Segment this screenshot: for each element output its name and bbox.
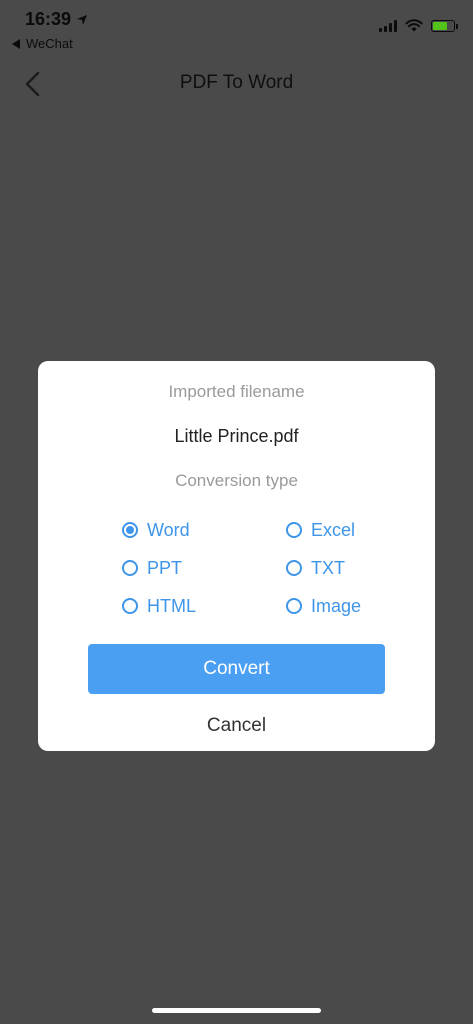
filename-label: Imported filename xyxy=(168,382,305,401)
back-to-app[interactable]: WeChat xyxy=(12,36,73,51)
page-title: PDF To Word xyxy=(179,72,294,93)
cancel-button-label: Cancel xyxy=(206,715,267,736)
radio-html[interactable] xyxy=(122,598,138,614)
location-arrow-icon xyxy=(77,14,88,25)
option-ppt[interactable]: PPT xyxy=(122,556,182,580)
conversion-dialog: Imported filename Little Prince.pdf Conv… xyxy=(38,361,435,751)
option-excel-label: Excel xyxy=(311,519,356,540)
radio-ppt[interactable] xyxy=(122,560,138,576)
home-indicator[interactable] xyxy=(152,1008,321,1013)
cancel-button[interactable]: Cancel xyxy=(38,715,435,737)
battery-charging-icon xyxy=(431,19,458,32)
option-word-label: Word xyxy=(147,519,190,540)
back-triangle-icon xyxy=(12,38,20,49)
option-image-label: Image xyxy=(311,595,362,616)
radio-image[interactable] xyxy=(286,598,302,614)
conversion-type-options: Word Excel PPT TXT HTML Image xyxy=(122,518,382,638)
filename-value: Little Prince.pdf xyxy=(174,426,299,446)
option-image[interactable]: Image xyxy=(286,594,361,618)
option-html[interactable]: HTML xyxy=(122,594,196,618)
option-ppt-label: PPT xyxy=(147,557,183,578)
radio-excel[interactable] xyxy=(286,522,302,538)
screen: 16:39 WeChat PDF To Word Imported filena… xyxy=(0,0,473,1024)
radio-txt[interactable] xyxy=(286,560,302,576)
option-excel[interactable]: Excel xyxy=(286,518,355,542)
cellular-signal-icon xyxy=(379,19,397,32)
radio-word[interactable] xyxy=(122,522,138,538)
option-html-label: HTML xyxy=(147,595,196,616)
wifi-icon xyxy=(405,19,423,32)
option-word[interactable]: Word xyxy=(122,518,190,542)
battery-level xyxy=(433,21,447,30)
option-txt[interactable]: TXT xyxy=(286,556,345,580)
status-indicators xyxy=(379,19,458,32)
status-time: 16:39 xyxy=(25,9,88,30)
convert-button-label: Convert xyxy=(203,658,270,679)
back-to-app-label: WeChat xyxy=(26,36,73,51)
status-time-text: 16:39 xyxy=(25,9,72,29)
option-txt-label: TXT xyxy=(311,557,345,578)
convert-button[interactable]: Convert xyxy=(88,644,385,694)
conversion-type-label: Conversion type xyxy=(175,471,298,490)
